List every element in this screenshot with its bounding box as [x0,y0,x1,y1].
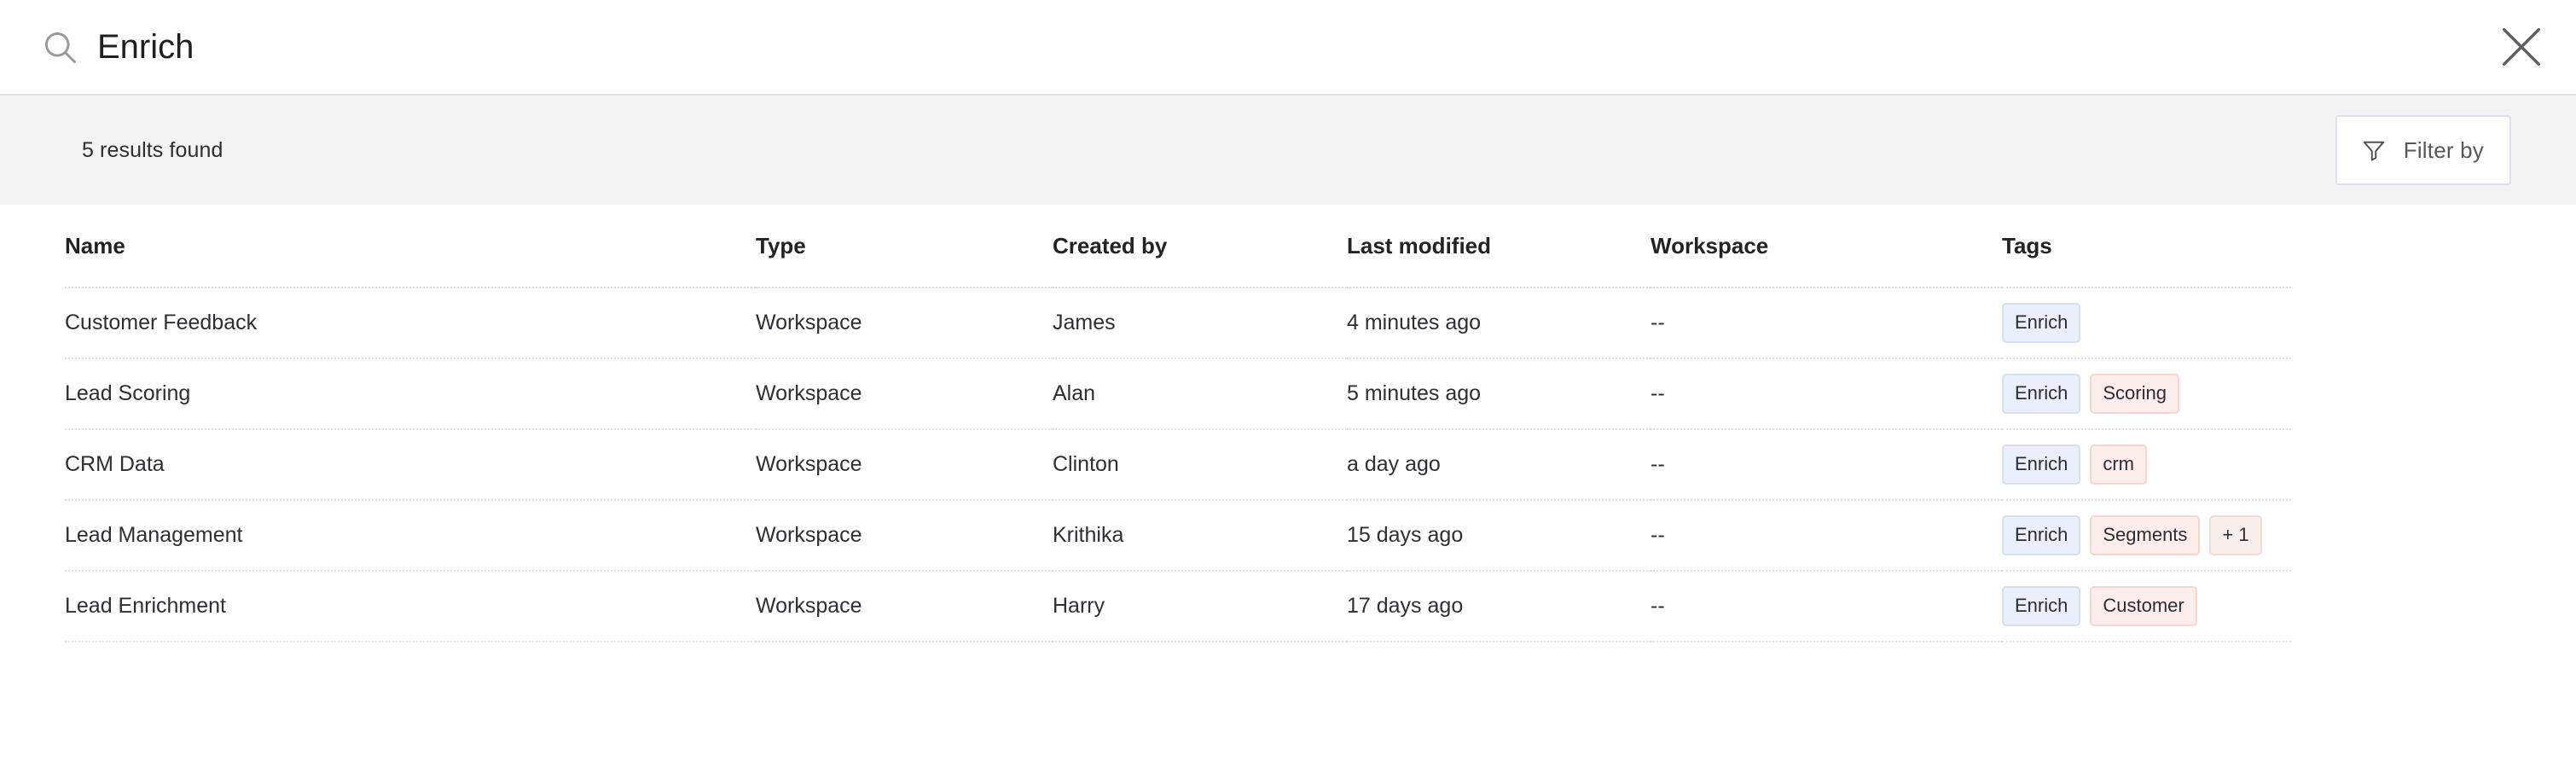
column-header-last-modified[interactable]: Last modified [1347,205,1651,288]
column-header-workspace[interactable]: Workspace [1651,205,2002,288]
search-header [0,0,2576,96]
close-icon [2503,28,2540,66]
cell-type: Workspace [756,358,1053,430]
cell-name: Lead Enrichment [65,571,756,642]
cell-modified: 15 days ago [1347,500,1651,572]
cell-type: Workspace [756,500,1053,572]
column-header-created-by[interactable]: Created by [1053,205,1347,288]
column-header-name[interactable]: Name [65,205,756,288]
tag-chip[interactable]: Enrich [2002,374,2081,414]
tag-chip[interactable]: Enrich [2002,586,2081,626]
column-header-type[interactable]: Type [756,205,1053,288]
results-count-label: 5 results found [82,137,223,162]
cell-workspace: -- [1651,571,2002,642]
cell-modified: 5 minutes ago [1347,358,1651,430]
close-search-button[interactable] [2491,16,2552,78]
cell-name: Lead Scoring [65,358,756,430]
cell-workspace: -- [1651,429,2002,501]
cell-type: Workspace [756,429,1053,501]
cell-createdby: Krithika [1053,500,1347,572]
table-row[interactable]: Lead Enrichment Workspace Harry 17 days ago… [65,571,2291,642]
table-row[interactable]: CRM Data Workspace Clinton a day ago -- Enric… [65,429,2291,501]
filter-by-button[interactable]: Filter by [2335,115,2511,185]
cell-modified: 17 days ago [1347,571,1651,642]
cell-name: Lead Management [65,500,756,572]
table-row[interactable]: Lead Scoring Workspace Alan 5 minutes ago --… [65,358,2291,430]
table-row[interactable]: Lead Management Workspace Krithika 15 days … [65,500,2291,572]
table-header-row: Name Type Created by Last modified Works… [65,205,2291,288]
cell-tags: Enrich Scoring [2002,358,2291,430]
tag-chip[interactable]: Segments [2090,515,2201,555]
cell-tags: Enrich crm [2002,429,2291,501]
cell-modified: 4 minutes ago [1347,288,1651,359]
results-summary-bar: 5 results found Filter by [0,96,2576,205]
table-row[interactable]: Customer Feedback Workspace James 4 minutes… [65,288,2291,359]
cell-tags: Enrich Customer [2002,571,2291,642]
filter-funnel-icon [2363,141,2384,161]
tag-chip[interactable]: Enrich [2002,303,2081,343]
tag-chip[interactable]: Enrich [2002,445,2081,485]
column-header-tags[interactable]: Tags [2002,205,2291,288]
search-input[interactable] [97,27,2491,67]
tag-chip[interactable]: Scoring [2090,374,2179,414]
cell-createdby: Clinton [1053,429,1347,501]
filter-by-label: Filter by [2403,137,2484,163]
tag-chip[interactable]: Customer [2090,586,2197,626]
cell-modified: a day ago [1347,429,1651,501]
tag-chip[interactable]: crm [2090,445,2148,485]
cell-createdby: Harry [1053,571,1347,642]
results-table-container: Name Type Created by Last modified Works… [0,205,2576,642]
tag-chip[interactable]: Enrich [2002,515,2081,555]
cell-workspace: -- [1651,358,2002,430]
search-icon [44,32,76,63]
table-body: Customer Feedback Workspace James 4 minutes… [65,288,2291,642]
cell-createdby: James [1053,288,1347,359]
cell-type: Workspace [756,571,1053,642]
cell-tags: Enrich Segments + 1 [2002,500,2291,572]
cell-createdby: Alan [1053,358,1347,430]
cell-workspace: -- [1651,288,2002,359]
cell-tags: Enrich [2002,288,2291,359]
results-table: Name Type Created by Last modified Works… [65,205,2291,642]
cell-workspace: -- [1651,500,2002,572]
cell-name: CRM Data [65,429,756,501]
cell-name: Customer Feedback [65,288,756,359]
cell-type: Workspace [756,288,1053,359]
tag-more-badge[interactable]: + 1 [2209,515,2262,555]
